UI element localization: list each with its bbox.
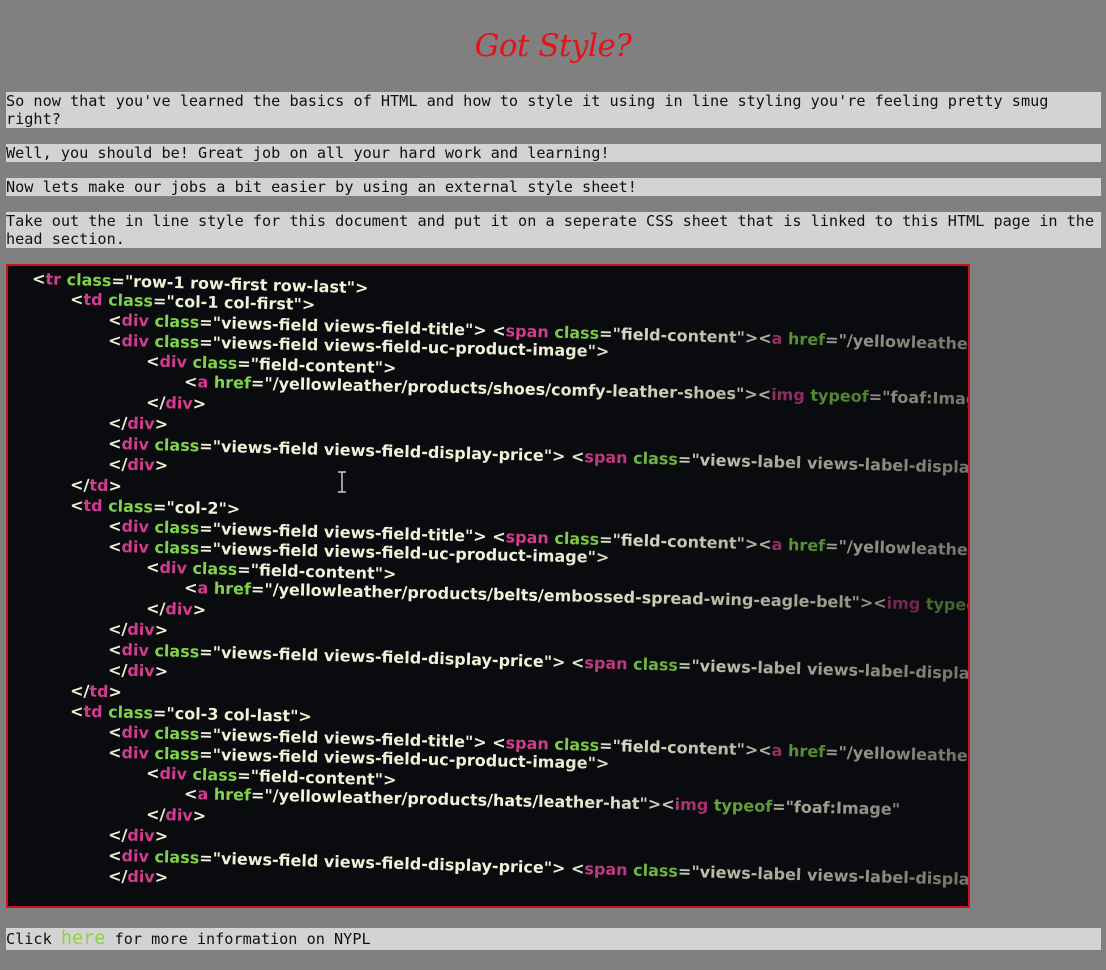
external-stylesheet-paragraph: Now lets make our jobs a bit easier by u… — [6, 178, 1101, 196]
praise-paragraph: Well, you should be! Great job on all yo… — [6, 144, 1101, 162]
nypl-link[interactable]: here — [61, 928, 106, 949]
instructions-paragraph: Take out the in line style for this docu… — [6, 212, 1101, 248]
intro-paragraph: So now that you've learned the basics of… — [6, 92, 1101, 128]
code-screenshot-image: <tr class="row-1 row-first row-last"><td… — [6, 264, 970, 908]
code-screenshot-svg: <tr class="row-1 row-first row-last"><td… — [8, 266, 968, 906]
footer-paragraph: Click here for more information on NYPL — [6, 928, 1101, 950]
footer-text-before: Click — [6, 930, 61, 948]
footer-text-after: for more information on NYPL — [105, 930, 371, 948]
page-title: Got Style? — [474, 28, 632, 64]
